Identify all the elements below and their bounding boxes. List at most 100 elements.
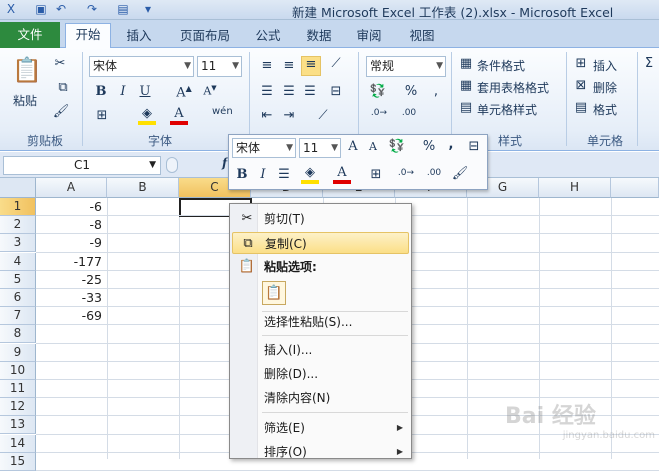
- tab-home[interactable]: 开始: [65, 23, 111, 49]
- tab-review[interactable]: 审阅: [350, 25, 388, 48]
- menu-item-filter[interactable]: 筛选(E) ▶: [232, 417, 409, 439]
- tab-data[interactable]: 数据: [300, 25, 338, 48]
- paste-icon[interactable]: 📋: [12, 56, 42, 88]
- row-header-4[interactable]: 4: [0, 252, 36, 271]
- row-header-9[interactable]: 9: [0, 343, 36, 362]
- cell-a4[interactable]: -177: [37, 253, 105, 271]
- align-right-icon[interactable]: ☰: [301, 84, 319, 99]
- mini-bold-icon[interactable]: B: [234, 167, 250, 182]
- font-size-combo[interactable]: 11 ▼: [197, 56, 242, 77]
- bold-icon[interactable]: B: [93, 84, 109, 99]
- row-header-6[interactable]: 6: [0, 289, 36, 307]
- menu-item-paste-special[interactable]: 选择性粘贴(S)...: [232, 311, 409, 333]
- row-header-2[interactable]: 2: [0, 216, 36, 235]
- align-left-icon[interactable]: ☰: [258, 84, 276, 99]
- undo-icon[interactable]: ↶: [53, 2, 69, 17]
- orientation-icon[interactable]: ⟋: [312, 108, 334, 123]
- text-direction-icon[interactable]: ⟋: [325, 56, 347, 71]
- comma-style-icon[interactable]: ,: [428, 84, 444, 99]
- column-header-h[interactable]: H: [539, 178, 611, 198]
- menu-item-clear-contents[interactable]: 清除内容(N): [232, 387, 409, 409]
- redo-icon[interactable]: ↷: [84, 2, 100, 17]
- cell-a1[interactable]: -6: [37, 198, 105, 216]
- increase-indent-icon[interactable]: ⇥: [280, 108, 298, 123]
- paste-option-button[interactable]: 📋: [262, 281, 286, 305]
- mini-decrease-font-icon[interactable]: A: [365, 140, 381, 153]
- row-header-15[interactable]: 15: [0, 452, 36, 471]
- row-header-1[interactable]: 1: [0, 198, 36, 216]
- format-painter-icon[interactable]: 🖌: [52, 104, 70, 119]
- tab-view[interactable]: 视图: [403, 25, 441, 48]
- mini-align-center-icon[interactable]: ☰: [276, 167, 292, 182]
- conditional-format-button[interactable]: 条件格式: [477, 57, 525, 74]
- mini-increase-font-icon[interactable]: A: [345, 139, 361, 154]
- column-header-i[interactable]: [611, 178, 659, 198]
- save-icon[interactable]: ▣: [33, 2, 49, 17]
- autosum-icon[interactable]: Σ: [642, 56, 656, 71]
- align-top-icon[interactable]: ≡: [258, 58, 276, 73]
- phonetic-guide-icon[interactable]: wén: [212, 106, 233, 117]
- cell-a6[interactable]: -33: [37, 289, 105, 307]
- print-preview-icon[interactable]: ▤: [115, 2, 131, 17]
- mini-font-color-icon[interactable]: A: [333, 165, 351, 184]
- menu-item-delete[interactable]: 删除(D)...: [232, 363, 409, 385]
- insert-cells-button[interactable]: 插入: [593, 57, 617, 74]
- row-header-3[interactable]: 3: [0, 234, 36, 253]
- row-header-7[interactable]: 7: [0, 307, 36, 326]
- mini-merge-icon[interactable]: ⊟: [465, 139, 483, 154]
- number-format-combo[interactable]: 常规 ▼: [366, 56, 446, 77]
- select-all-corner[interactable]: [0, 178, 36, 198]
- format-as-table-icon[interactable]: ▦: [458, 78, 474, 93]
- cell-a7[interactable]: -69: [37, 307, 105, 325]
- mini-decrease-decimal-icon[interactable]: .00: [423, 168, 445, 178]
- mini-accounting-format-icon[interactable]: 💱: [387, 139, 407, 154]
- italic-icon[interactable]: I: [115, 84, 131, 99]
- decrease-font-icon[interactable]: A▼: [202, 84, 218, 98]
- fill-color-icon[interactable]: ◈: [138, 106, 156, 125]
- tab-formulas[interactable]: 公式: [249, 25, 287, 48]
- tab-insert[interactable]: 插入: [117, 25, 161, 48]
- insert-cells-icon[interactable]: ⊞: [573, 56, 589, 71]
- increase-decimal-icon[interactable]: .0→: [368, 108, 390, 118]
- row-header-5[interactable]: 5: [0, 270, 36, 289]
- row-header-11[interactable]: 11: [0, 380, 36, 398]
- column-header-a[interactable]: A: [36, 178, 107, 198]
- decrease-decimal-icon[interactable]: .00: [398, 108, 420, 118]
- borders-icon[interactable]: ⊞: [93, 108, 111, 123]
- increase-font-icon[interactable]: A▲: [176, 84, 192, 100]
- format-cells-button[interactable]: 格式: [593, 101, 617, 118]
- row-header-8[interactable]: 8: [0, 325, 36, 344]
- align-bottom-icon[interactable]: ≡: [301, 56, 321, 76]
- menu-item-cut[interactable]: ✂ 剪切(T): [232, 208, 409, 230]
- mini-fill-color-icon[interactable]: ◈: [301, 165, 319, 184]
- align-center-icon[interactable]: ☰: [280, 84, 298, 99]
- cell-styles-button[interactable]: 单元格样式: [477, 101, 537, 118]
- decrease-indent-icon[interactable]: ⇤: [258, 108, 276, 123]
- menu-item-copy[interactable]: ⧉ 复制(C): [232, 232, 409, 254]
- cell-styles-icon[interactable]: ▤: [458, 100, 474, 115]
- format-cells-icon[interactable]: ▤: [573, 100, 589, 115]
- cell-a3[interactable]: -9: [37, 234, 105, 252]
- conditional-format-icon[interactable]: ▦: [458, 56, 474, 71]
- mini-font-name-combo[interactable]: 宋体 ▼: [232, 138, 296, 158]
- tab-file[interactable]: 文件: [0, 22, 60, 48]
- formula-bar-handle-icon[interactable]: [166, 157, 178, 173]
- menu-item-insert[interactable]: 插入(I)...: [232, 339, 409, 361]
- delete-cells-icon[interactable]: ⊠: [573, 78, 589, 93]
- underline-icon[interactable]: U: [137, 84, 153, 99]
- insert-function-icon[interactable]: f: [222, 156, 227, 170]
- copy-icon[interactable]: ⧉: [52, 80, 74, 95]
- row-header-12[interactable]: 12: [0, 398, 36, 417]
- cut-icon[interactable]: ✂: [52, 56, 68, 71]
- menu-item-sort[interactable]: 排序(O) ▶: [232, 441, 409, 463]
- mini-font-size-combo[interactable]: 11 ▼: [299, 138, 341, 158]
- mini-percent-style-icon[interactable]: %: [421, 139, 437, 154]
- customize-quick-access-icon[interactable]: ▾: [140, 2, 156, 17]
- column-header-b[interactable]: B: [107, 178, 179, 198]
- mini-italic-icon[interactable]: I: [255, 167, 271, 182]
- delete-cells-button[interactable]: 删除: [593, 79, 617, 96]
- cell-a2[interactable]: -8: [37, 216, 105, 234]
- name-box[interactable]: C1 ▼: [3, 156, 161, 175]
- align-middle-icon[interactable]: ≡: [280, 58, 298, 73]
- cell-a5[interactable]: -25: [37, 271, 105, 289]
